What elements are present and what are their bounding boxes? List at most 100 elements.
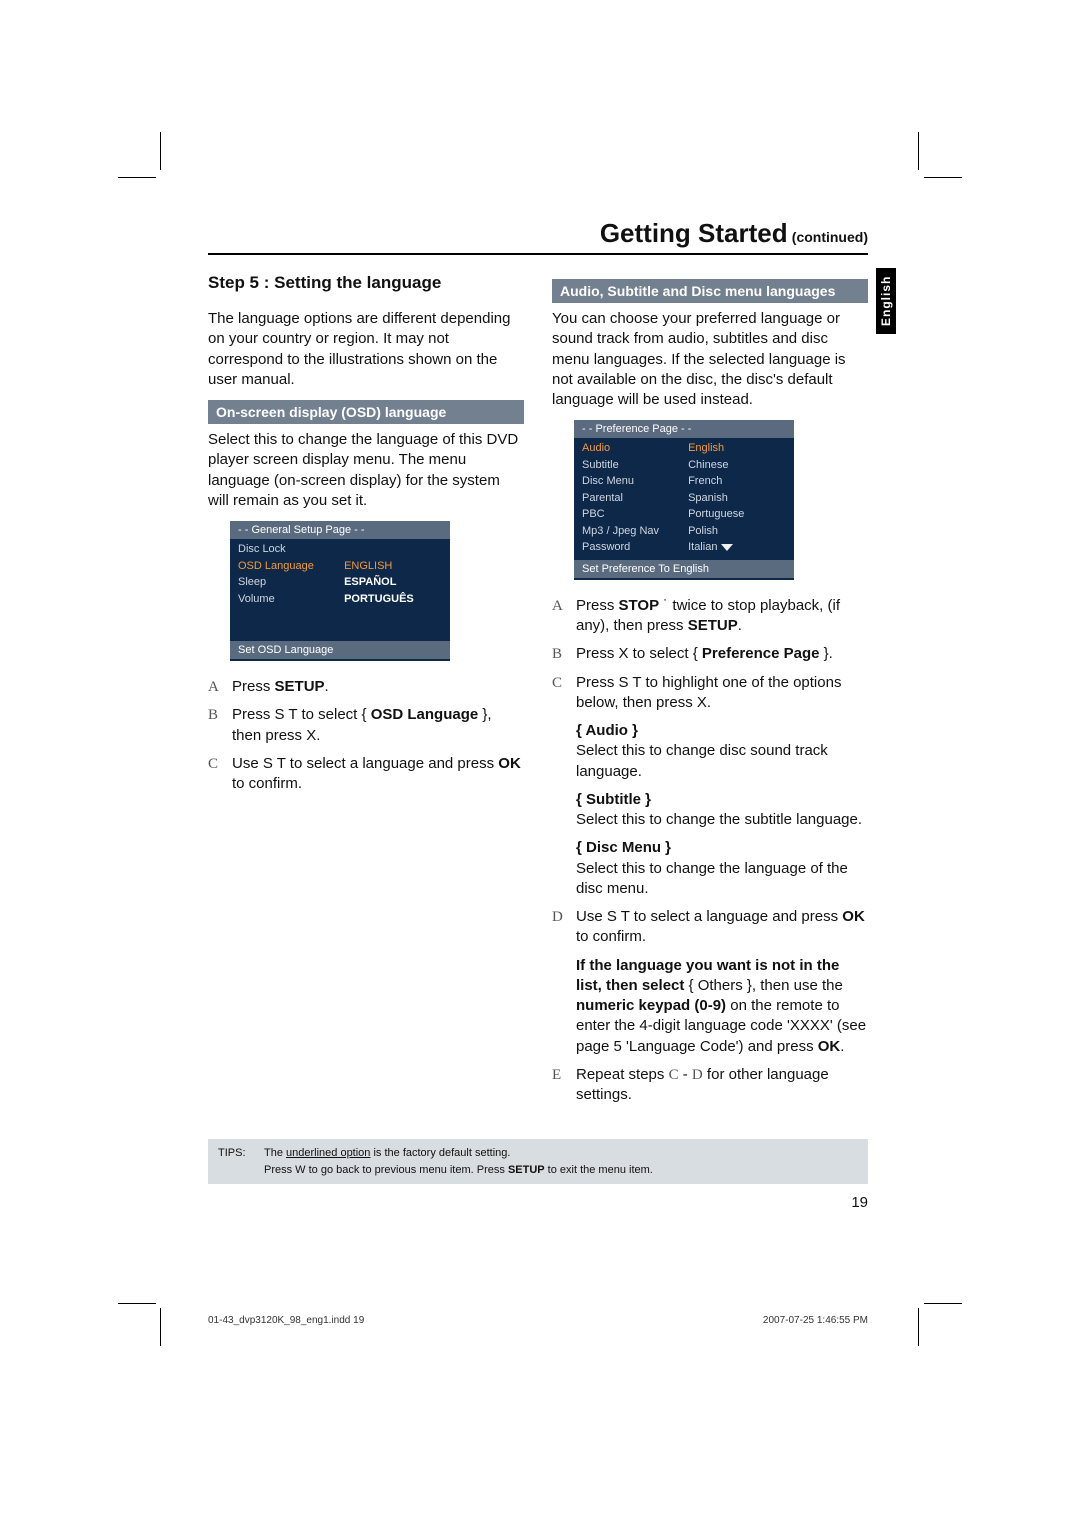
osd-menu-item-left: OSD Language [238, 558, 344, 575]
step-letter: C [552, 673, 576, 714]
option-title: { Audio } [576, 721, 868, 741]
others-note: If the language you want is not in the l… [576, 956, 868, 1057]
step-letter: B [552, 644, 576, 664]
intro-text: The language options are different depen… [208, 309, 524, 390]
text: Use S T to select a language and press [232, 755, 498, 772]
osd-menu-row: Mp3 / Jpeg NavPolish [582, 523, 786, 540]
text: to confirm. [232, 775, 302, 792]
osd-menu-item-right: Spanish [688, 490, 786, 507]
text: Press [576, 597, 619, 614]
osd-subheading: On-screen display (OSD) language [208, 400, 524, 424]
text: . [840, 1038, 844, 1055]
page-content: Getting Started (continued) Step 5 : Set… [208, 218, 868, 1211]
bold: OK [842, 908, 865, 925]
page-title: Getting Started [600, 218, 788, 248]
crop-mark [160, 132, 161, 170]
osd-menu-screenshot: - - General Setup Page - - Disc LockOSD … [230, 521, 450, 661]
step-text: Repeat steps C - D for other language se… [576, 1065, 868, 1106]
osd-menu-item-right: PORTUGUÊS [344, 591, 442, 608]
osd-menu-row: SubtitleChinese [582, 457, 786, 474]
tips-body: The underlined option is the factory def… [264, 1145, 858, 1178]
tips-bar: TIPS: The underlined option is the facto… [208, 1139, 868, 1184]
option-subtitle: { Subtitle } Select this to change the s… [576, 790, 868, 831]
osd-menu-item-right: Chinese [688, 457, 786, 474]
option-desc: Select this to change the language of th… [576, 859, 868, 900]
preference-menu-footer: Set Preference To English [574, 560, 794, 578]
text: . [738, 617, 742, 634]
option-audio: { Audio } Select this to change disc sou… [576, 721, 868, 782]
ref-letter: D [692, 1067, 703, 1083]
step-text: Press STOP ˙ twice to stop playback, (if… [576, 596, 868, 637]
step-text: Press SETUP. [232, 677, 524, 697]
ref-letter: C [669, 1067, 679, 1083]
osd-menu-item-left: Sleep [238, 574, 344, 591]
option-discmenu: { Disc Menu } Select this to change the … [576, 838, 868, 899]
bold: numeric keypad (0-9) [576, 997, 726, 1014]
osd-menu-header: - - General Setup Page - - [230, 521, 450, 539]
osd-menu-item-right: Italian [688, 539, 786, 556]
crop-mark [160, 1308, 161, 1346]
page-header: Getting Started (continued) [208, 218, 868, 255]
text: to confirm. [576, 928, 646, 945]
step-c: C Press S T to highlight one of the opti… [552, 673, 868, 714]
osd-description: Select this to change the language of th… [208, 430, 524, 511]
osd-menu-item-left: Subtitle [582, 457, 688, 474]
step-heading: Step 5 : Setting the language [208, 273, 524, 293]
step-text: Press S T to select { OSD Language }, th… [232, 705, 524, 746]
step-letter: A [208, 677, 232, 697]
crop-mark [924, 1303, 962, 1304]
down-arrow-icon [721, 544, 733, 551]
step-text: Press X to select { Preference Page }. [576, 644, 868, 664]
crop-mark [924, 177, 962, 178]
left-column: Step 5 : Setting the language The langua… [208, 273, 524, 1113]
osd-menu-row: VolumePORTUGUÊS [238, 591, 442, 608]
step-letter: D [552, 907, 576, 948]
crop-mark [918, 1308, 919, 1346]
step-e: E Repeat steps C - D for other language … [552, 1065, 868, 1106]
underlined-text: underlined option [286, 1147, 370, 1159]
step-d: D Use S T to select a language and press… [552, 907, 868, 948]
right-column: Audio, Subtitle and Disc menu languages … [552, 273, 868, 1113]
step-b: B Press S T to select { OSD Language }, … [208, 705, 524, 746]
step-letter: A [552, 596, 576, 637]
footer-file: 01-43_dvp3120K_98_eng1.indd 19 [208, 1315, 364, 1326]
osd-menu-row: OSD LanguageENGLISH [238, 558, 442, 575]
osd-menu-item-left: Audio [582, 440, 688, 457]
text: Press W to go back to previous menu item… [264, 1164, 508, 1176]
crop-mark [918, 132, 919, 170]
text: . [325, 678, 329, 695]
osd-menu-row: SleepESPAÑOL [238, 574, 442, 591]
footer-timestamp: 2007-07-25 1:46:55 PM [763, 1315, 868, 1326]
osd-menu-item-left: Disc Menu [582, 473, 688, 490]
bold: OSD Language [371, 706, 479, 723]
text: Press S T to select { [232, 706, 371, 723]
print-footer: 01-43_dvp3120K_98_eng1.indd 19 2007-07-2… [208, 1315, 868, 1326]
step-a: A Press SETUP. [208, 677, 524, 697]
osd-menu-item-right [344, 541, 442, 558]
text: to exit the menu item. [545, 1164, 653, 1176]
step-a: A Press STOP ˙ twice to stop playback, (… [552, 596, 868, 637]
osd-menu-item-left: PBC [582, 506, 688, 523]
osd-menu-row: PasswordItalian [582, 539, 786, 556]
bold: SETUP [508, 1164, 545, 1176]
step-text: Use S T to select a language and press O… [576, 907, 868, 948]
osd-menu-item-left: Disc Lock [238, 541, 344, 558]
text: Use S T to select a language and press [576, 908, 842, 925]
osd-menu-item-left: Volume [238, 591, 344, 608]
text: Repeat steps [576, 1066, 669, 1083]
option-title: { Subtitle } [576, 790, 868, 810]
step-text: Press S T to highlight one of the option… [576, 673, 868, 714]
text: { Others }, then use the [684, 977, 842, 994]
osd-menu-item-left: Password [582, 539, 688, 556]
crop-mark [118, 1303, 156, 1304]
text: Press X to select { [576, 645, 702, 662]
osd-menu-footer: Set OSD Language [230, 641, 450, 659]
step-letter: C [208, 754, 232, 795]
page-title-continued: (continued) [792, 229, 868, 245]
option-title: { Disc Menu } [576, 838, 868, 858]
osd-menu-item-right: ENGLISH [344, 558, 442, 575]
bold: SETUP [275, 678, 325, 695]
language-tab: English [876, 268, 896, 334]
tips-label: TIPS: [218, 1145, 264, 1178]
step-letter: B [208, 705, 232, 746]
